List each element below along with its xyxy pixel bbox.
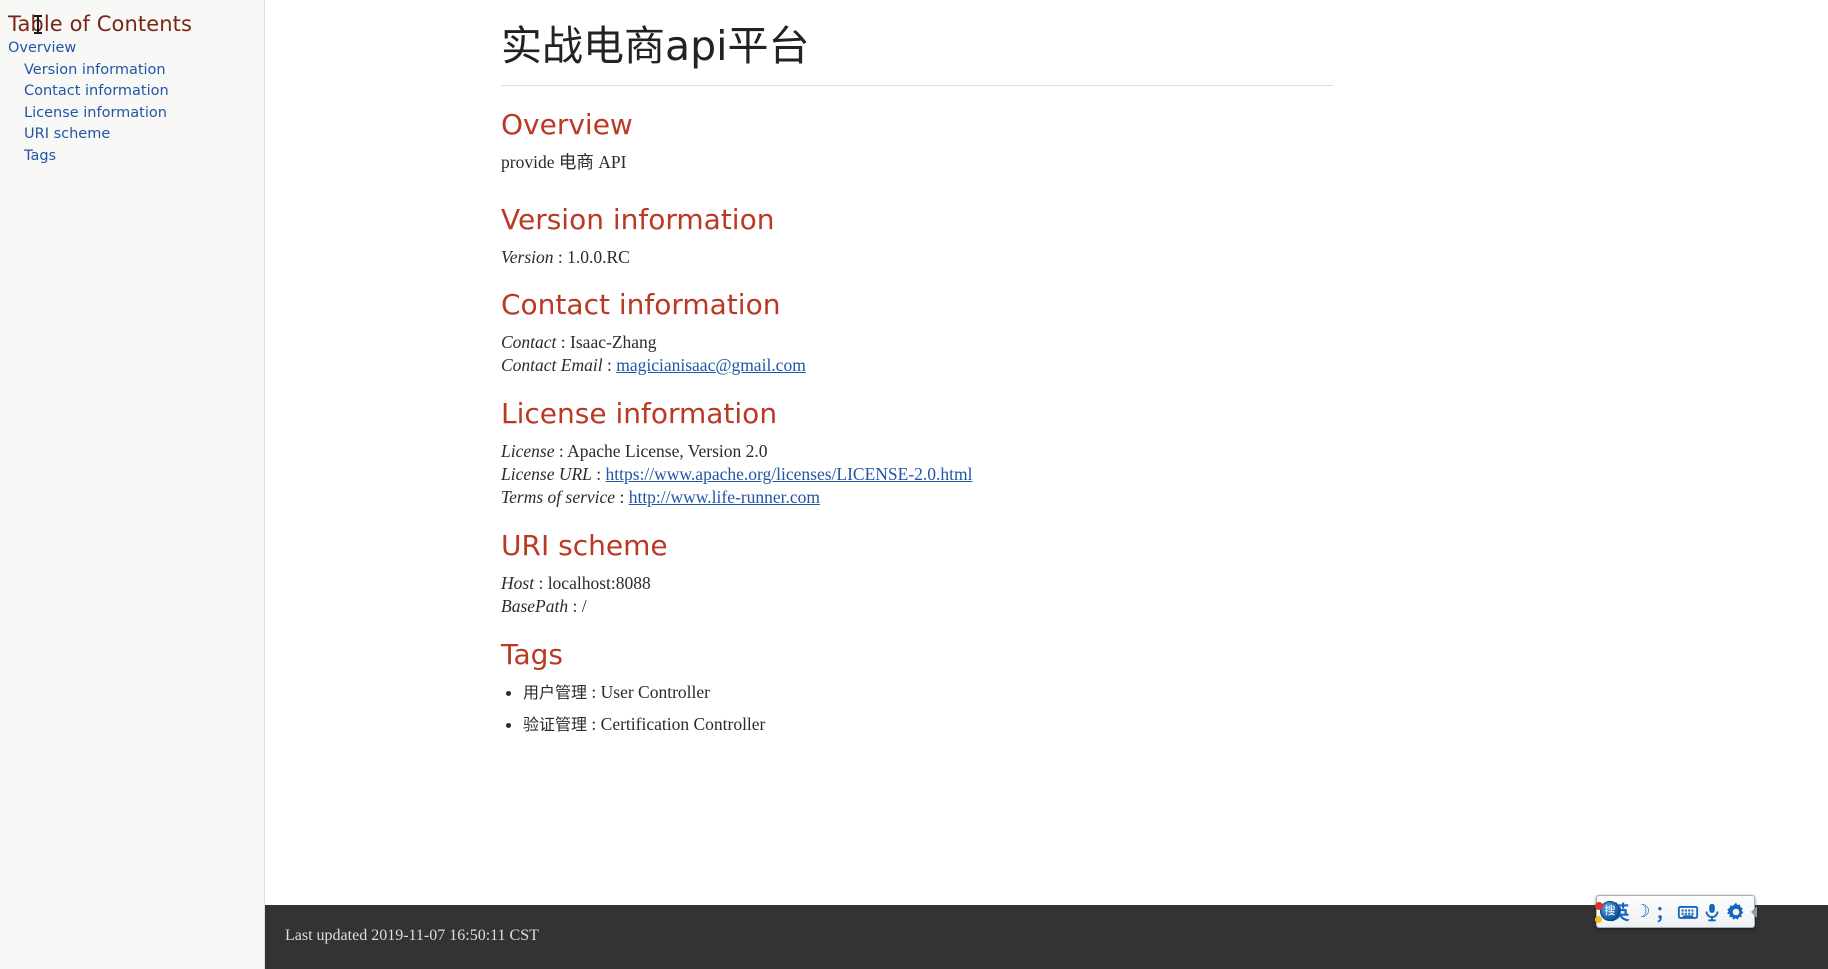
sogou-logo-glyph: 搜 xyxy=(1600,901,1620,921)
section-heading-tags: Tags xyxy=(501,640,1341,671)
basepath-line: BasePath : / xyxy=(501,595,1341,618)
toc-item-contact-information[interactable]: Contact information xyxy=(16,81,264,103)
terms-of-service-line: Terms of service : http://www.life-runne… xyxy=(501,486,1341,509)
terms-of-service-label: Terms of service xyxy=(501,487,615,507)
tag-separator: : xyxy=(587,714,601,734)
terms-separator: : xyxy=(615,487,629,507)
sidebar-item-tags[interactable]: Tags xyxy=(16,146,264,168)
host-label: Host xyxy=(501,573,534,593)
sidebar-item-contact-information[interactable]: Contact information xyxy=(16,81,264,103)
section-version-information: Version information Version : 1.0.0.RC xyxy=(501,205,1341,269)
sidebar-item-license-information[interactable]: License information xyxy=(16,103,264,125)
table-of-contents-sidebar: Table of Contents Overview Version infor… xyxy=(0,0,265,969)
section-uri-scheme: URI scheme Host : localhost:8088 BasePat… xyxy=(501,531,1341,618)
keyboard-icon-svg xyxy=(1676,901,1700,923)
tags-list: 用户管理 : User Controller 验证管理 : Certificat… xyxy=(501,681,1341,736)
basepath-separator: : xyxy=(568,596,582,616)
contact-name-line: Contact : Isaac-Zhang xyxy=(501,331,1341,354)
page-title: 实战电商api平台 xyxy=(501,0,1333,86)
toc-item-license-information[interactable]: License information xyxy=(16,103,264,125)
list-item: 验证管理 : Certification Controller xyxy=(523,713,1341,736)
ime-toolbar[interactable]: 搜 英 ☽ ； xyxy=(1596,895,1755,928)
toc-item-uri-scheme[interactable]: URI scheme xyxy=(16,124,264,146)
contact-name-separator: : xyxy=(556,332,570,352)
last-updated-text: Last updated 2019-11-07 16:50:11 CST xyxy=(265,905,1828,945)
contact-name-value: Isaac-Zhang xyxy=(570,332,656,352)
microphone-icon[interactable] xyxy=(1700,898,1724,925)
list-item: 用户管理 : User Controller xyxy=(523,681,1341,704)
license-url-link[interactable]: https://www.apache.org/licenses/LICENSE-… xyxy=(606,464,973,484)
license-url-separator: : xyxy=(592,464,606,484)
version-label: Version xyxy=(501,247,554,267)
section-heading-contact-information: Contact information xyxy=(501,290,1341,321)
moon-icon[interactable]: ☽ xyxy=(1632,898,1652,925)
section-heading-version-information: Version information xyxy=(501,205,1341,236)
license-url-line: License URL : https://www.apache.org/lic… xyxy=(501,463,1341,486)
license-name-line: License : Apache License, Version 2.0 xyxy=(501,440,1341,463)
toc-list: Overview Version information Contact inf… xyxy=(0,38,264,167)
basepath-label: BasePath xyxy=(501,596,568,616)
sogou-logo-icon[interactable]: 搜 xyxy=(1600,900,1604,924)
basepath-value: / xyxy=(582,596,587,616)
sogou-logo-yellow-dot xyxy=(1595,916,1602,923)
version-line: Version : 1.0.0.RC xyxy=(501,246,1341,269)
section-heading-license-information: License information xyxy=(501,399,1341,430)
host-line: Host : localhost:8088 xyxy=(501,572,1341,595)
contact-name-label: Contact xyxy=(501,332,556,352)
terms-of-service-link[interactable]: http://www.life-runner.com xyxy=(629,487,820,507)
sidebar-item-uri-scheme[interactable]: URI scheme xyxy=(16,124,264,146)
toc-item-overview[interactable]: Overview Version information Contact inf… xyxy=(0,38,264,167)
section-contact-information: Contact information Contact : Isaac-Zhan… xyxy=(501,290,1341,377)
tag-separator: : xyxy=(587,682,601,702)
tag-cjk-name: 验证管理 xyxy=(523,715,587,734)
tag-controller-name: User Controller xyxy=(601,682,710,702)
section-heading-overview: Overview xyxy=(501,110,1341,141)
sogou-logo-red-dot xyxy=(1595,902,1603,910)
toc-item-tags[interactable]: Tags xyxy=(16,146,264,168)
license-value: Apache License, Version 2.0 xyxy=(567,441,767,461)
punctuation-mode-icon[interactable]: ； xyxy=(1652,898,1676,925)
page-root: Table of Contents Overview Version infor… xyxy=(0,0,1828,969)
version-separator: : xyxy=(554,247,568,267)
host-separator: : xyxy=(534,573,548,593)
gear-icon-svg xyxy=(1724,901,1748,923)
contact-email-link[interactable]: magicianisaac@gmail.com xyxy=(616,355,806,375)
license-url-label: License URL xyxy=(501,464,592,484)
footer-bar: Last updated 2019-11-07 16:50:11 CST xyxy=(265,905,1828,969)
section-heading-uri-scheme: URI scheme xyxy=(501,531,1341,562)
tag-cjk-name: 用户管理 xyxy=(523,683,587,702)
section-tags: Tags 用户管理 : User Controller 验证管理 : Certi… xyxy=(501,640,1341,745)
microphone-icon-svg xyxy=(1700,901,1724,923)
document-content: 实战电商api平台 Overview provide 电商 API Versio… xyxy=(265,0,1828,905)
version-value: 1.0.0.RC xyxy=(567,247,630,267)
contact-email-line: Contact Email : magicianisaac@gmail.com xyxy=(501,354,1341,377)
license-label: License xyxy=(501,441,554,461)
license-separator: : xyxy=(554,441,567,461)
section-license-information: License information License : Apache Lic… xyxy=(501,399,1341,509)
toc-title: Table of Contents xyxy=(0,0,264,38)
sidebar-item-overview[interactable]: Overview xyxy=(0,38,264,60)
contact-email-separator: : xyxy=(603,355,617,375)
keyboard-icon[interactable] xyxy=(1676,898,1700,925)
gear-icon[interactable] xyxy=(1724,898,1748,925)
tag-controller-name: Certification Controller xyxy=(601,714,766,734)
content-wrapper: 实战电商api平台 Overview provide 电商 API Versio… xyxy=(265,0,1828,969)
host-value: localhost:8088 xyxy=(548,573,651,593)
overview-description: provide 电商 API xyxy=(501,151,1341,174)
section-overview: Overview provide 电商 API xyxy=(501,110,1341,174)
toc-sublist: Version information Contact information … xyxy=(0,60,264,168)
collapse-arrow-icon[interactable] xyxy=(1750,902,1752,922)
contact-email-label: Contact Email xyxy=(501,355,603,375)
toc-item-version-information[interactable]: Version information xyxy=(16,60,264,82)
sidebar-item-version-information[interactable]: Version information xyxy=(16,60,264,82)
